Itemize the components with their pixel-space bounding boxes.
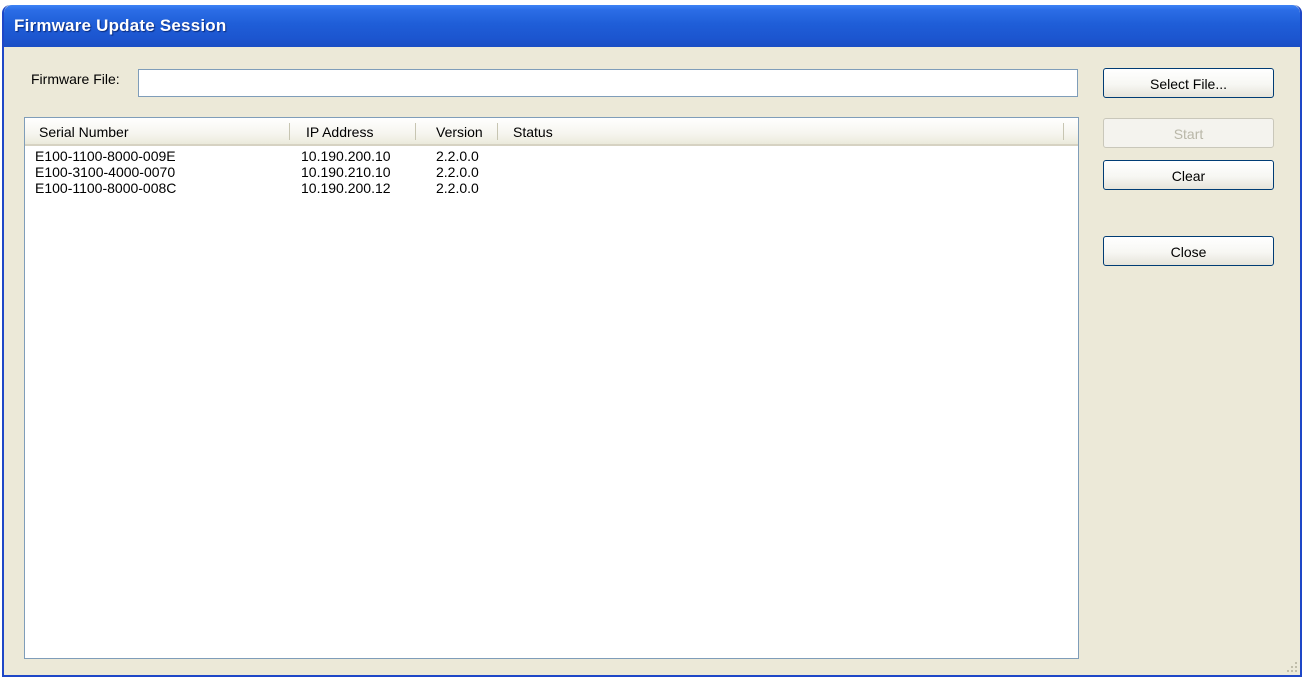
firmware-file-label: Firmware File: bbox=[31, 71, 120, 87]
serial-number-cell: E100-1100-8000-009E bbox=[35, 148, 176, 164]
version-cell: 2.2.0.0 bbox=[436, 180, 479, 196]
column-divider[interactable] bbox=[415, 123, 416, 140]
firmware-file-input[interactable] bbox=[138, 69, 1078, 97]
column-header-serial-number[interactable]: Serial Number bbox=[25, 118, 290, 144]
clear-button[interactable]: Clear bbox=[1103, 160, 1274, 190]
column-header-status[interactable]: Status bbox=[499, 118, 1063, 144]
select-file-button[interactable]: Select File... bbox=[1103, 68, 1274, 98]
list-header: Serial Number IP Address Version Status bbox=[25, 118, 1078, 146]
title-bar[interactable]: Firmware Update Session bbox=[4, 5, 1300, 47]
ip-address-cell: 10.190.210.10 bbox=[301, 164, 391, 180]
close-button[interactable]: Close bbox=[1103, 236, 1274, 266]
column-divider[interactable] bbox=[289, 123, 290, 140]
serial-number-cell: E100-3100-4000-0070 bbox=[35, 164, 176, 180]
ip-address-cell: 10.190.200.10 bbox=[301, 148, 391, 164]
table-row[interactable]: E100-3100-4000-0070 10.190.210.10 2.2.0.… bbox=[25, 164, 1078, 180]
version-cell: 2.2.0.0 bbox=[436, 148, 479, 164]
column-header-ip-address[interactable]: IP Address bbox=[291, 118, 416, 144]
window-title: Firmware Update Session bbox=[14, 16, 227, 35]
resize-grip-icon[interactable] bbox=[1285, 660, 1297, 672]
column-divider[interactable] bbox=[497, 123, 498, 140]
column-header-version[interactable]: Version bbox=[417, 118, 497, 144]
device-list[interactable]: Serial Number IP Address Version Status … bbox=[24, 117, 1079, 659]
start-button[interactable]: Start bbox=[1103, 118, 1274, 148]
table-row[interactable]: E100-1100-8000-008C 10.190.200.12 2.2.0.… bbox=[25, 180, 1078, 196]
serial-number-cell: E100-1100-8000-008C bbox=[35, 180, 177, 196]
table-row[interactable]: E100-1100-8000-009E 10.190.200.10 2.2.0.… bbox=[25, 148, 1078, 164]
version-cell: 2.2.0.0 bbox=[436, 164, 479, 180]
ip-address-cell: 10.190.200.12 bbox=[301, 180, 391, 196]
column-divider[interactable] bbox=[1063, 123, 1064, 140]
firmware-update-window: Firmware Update Session Firmware File: S… bbox=[2, 5, 1302, 677]
